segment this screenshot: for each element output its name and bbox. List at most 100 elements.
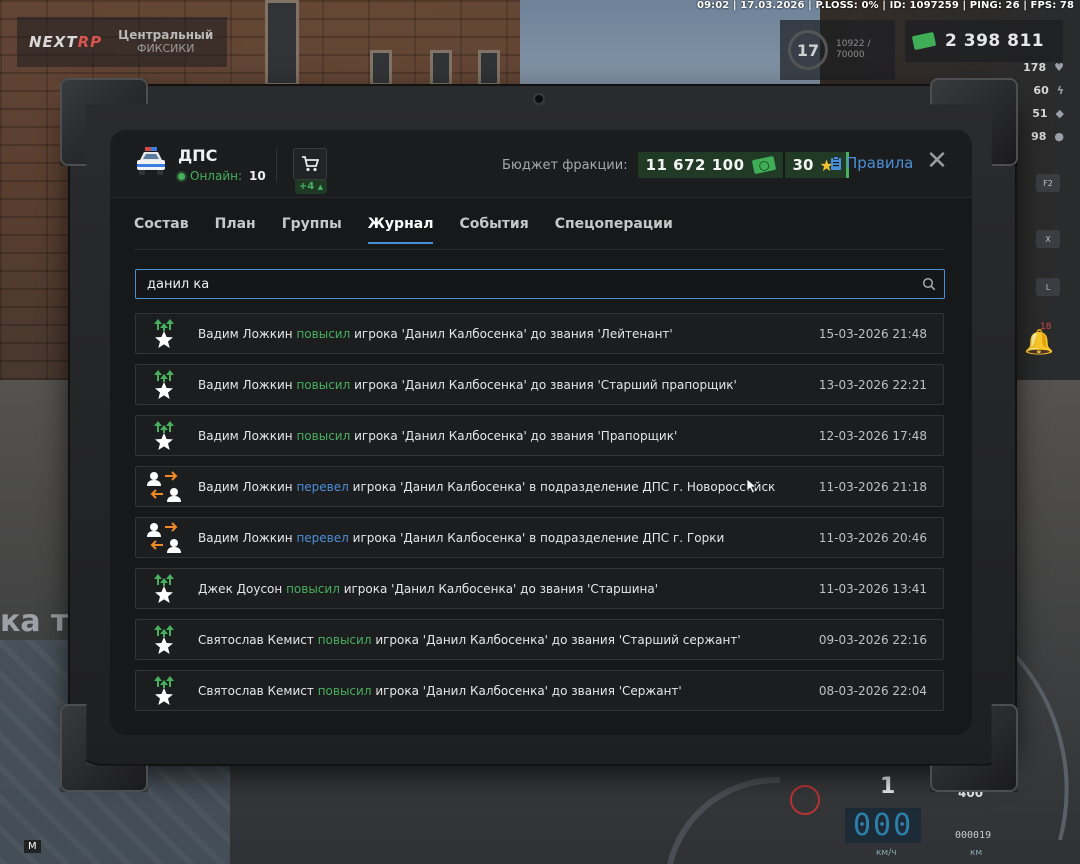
promote-icon — [146, 316, 182, 352]
tab-events[interactable]: События — [459, 216, 528, 242]
server-name: Центральный ФИКСИКИ — [118, 28, 214, 56]
gear-indicator: 1 — [880, 774, 896, 799]
search-icon[interactable] — [922, 277, 936, 291]
background-window — [265, 0, 299, 86]
water-icon: ● — [1054, 130, 1064, 143]
notification-count: 18 — [1040, 322, 1052, 332]
promote-icon — [154, 675, 174, 705]
budget-value: 11 672 100 — [645, 156, 745, 174]
online-count: 10 — [249, 169, 266, 183]
level-ring: 17 — [788, 30, 828, 70]
journal-row: Святослав Кемист повысил игрока 'Данил К… — [135, 670, 944, 711]
journal-list: Вадим Ложкин повысил игрока 'Данил Калбо… — [135, 313, 945, 721]
rules-link[interactable]: Правила — [830, 154, 913, 172]
tab-journal[interactable]: Журнал — [367, 216, 433, 244]
journal-timestamp: 08-03-2026 22:04 — [818, 683, 927, 698]
faction-name: ДПС — [178, 146, 218, 165]
journal-timestamp: 11-03-2026 20:46 — [818, 530, 927, 545]
budget-stars-value: 30 — [792, 156, 814, 174]
promote-icon — [154, 369, 174, 399]
energy-icon: ϟ — [1056, 84, 1064, 97]
journal-details: игрока 'Данил Калбосенка' до звания 'Ста… — [354, 377, 737, 392]
journal-timestamp: 13-03-2026 22:21 — [818, 377, 927, 392]
journal-details: игрока 'Данил Калбосенка' в подразделени… — [352, 530, 725, 545]
header-divider — [276, 148, 277, 182]
status-bar: 09:02 | 17.03.2026 | P.LOSS: 0% | ID: 10… — [697, 0, 1074, 11]
journal-details: игрока 'Данил Калбосенка' до звания 'Ста… — [343, 581, 659, 596]
shop-cart-button[interactable] — [293, 148, 327, 180]
background-world-text: ка т — [0, 604, 69, 639]
brand-logo: NEXTRP — [29, 33, 103, 51]
journal-timestamp: 11-03-2026 13:41 — [818, 581, 927, 596]
transfer-icon — [147, 470, 181, 502]
promote-icon — [154, 318, 174, 348]
journal-details: игрока 'Данил Калбосенка' в подразделени… — [352, 479, 776, 494]
journal-details: игрока 'Данил Калбосенка' до звания 'Лей… — [354, 326, 673, 341]
journal-details: игрока 'Данил Калбосенка' до звания 'Сер… — [375, 683, 682, 698]
notification-bell-icon[interactable]: 🔔 — [1024, 328, 1054, 358]
xp-progress: 10922 /70000 — [836, 39, 871, 60]
journal-action: повысил — [296, 326, 351, 341]
promote-icon — [146, 571, 182, 607]
search-input[interactable] — [136, 270, 906, 298]
transfer-icon — [146, 469, 182, 505]
key-hint-x: X — [1036, 230, 1060, 248]
tablet-camera — [533, 93, 545, 105]
key-hint-f2: F2 — [1036, 174, 1060, 192]
faction-budget: Бюджет фракции: 11 672 100 30 ★ — [502, 152, 849, 178]
journal-action: перевел — [296, 479, 349, 494]
journal-entry-text: Вадим Ложкин перевел игрока 'Данил Калбо… — [198, 531, 724, 545]
online-status: Онлайн: 10 — [178, 169, 266, 183]
journal-timestamp: 09-03-2026 22:16 — [818, 632, 927, 647]
journal-details: игрока 'Данил Калбосенка' до звания 'Ста… — [375, 632, 741, 647]
journal-action: повысил — [317, 683, 372, 698]
journal-timestamp: 15-03-2026 21:48 — [818, 326, 927, 341]
tab-groups[interactable]: Группы — [282, 216, 342, 242]
server-logo: NEXTRP Центральный ФИКСИКИ — [17, 17, 227, 67]
tab-special-operations[interactable]: Спецоперации — [555, 216, 673, 242]
speed-readout: 000 — [845, 808, 922, 843]
journal-row: Святослав Кемист повысил игрока 'Данил К… — [135, 619, 944, 660]
journal-actor: Вадим Ложкин — [198, 377, 293, 392]
journal-actor: Вадим Ложкин — [198, 428, 293, 443]
journal-entry-text: Святослав Кемист повысил игрока 'Данил К… — [198, 684, 682, 698]
budget-label: Бюджет фракции: — [502, 157, 628, 173]
journal-action: повысил — [296, 428, 351, 443]
tab-sostav[interactable]: Состав — [134, 216, 189, 242]
cart-icon — [302, 156, 319, 172]
journal-actor: Святослав Кемист — [198, 683, 314, 698]
money-value: 2 398 811 — [945, 31, 1045, 51]
tab-plan[interactable]: План — [215, 216, 256, 242]
journal-actor: Вадим Ложкин — [198, 530, 293, 545]
faction-header: ДПС Онлайн: 10 +4 ▲ Бюджет фракции: 11 6… — [110, 130, 972, 198]
journal-entry-text: Вадим Ложкин повысил игрока 'Данил Калбо… — [198, 327, 673, 341]
journal-actor: Святослав Кемист — [198, 632, 314, 647]
journal-actor: Вадим Ложкин — [198, 479, 293, 494]
promote-icon — [146, 418, 182, 454]
background-window — [430, 50, 452, 86]
player-level-widget: 17 10922 /70000 — [780, 20, 895, 80]
money-icon — [911, 31, 937, 51]
journal-timestamp: 12-03-2026 17:48 — [818, 428, 927, 443]
promote-icon — [154, 573, 174, 603]
transfer-icon — [146, 520, 182, 556]
close-button[interactable]: ✕ — [924, 148, 950, 174]
journal-entry-text: Джек Доусон повысил игрока 'Данил Калбос… — [198, 582, 658, 596]
journal-entry-text: Вадим Ложкин повысил игрока 'Данил Калбо… — [198, 378, 737, 392]
online-indicator-icon — [178, 172, 185, 180]
speed-unit: км/ч — [876, 848, 897, 858]
promote-icon — [154, 420, 174, 450]
budget-money-chip: 11 672 100 — [637, 152, 783, 178]
promote-icon — [146, 622, 182, 658]
journal-row: Вадим Ложкин перевел игрока 'Данил Калбо… — [135, 517, 944, 558]
cart-badge: +4 ▲ — [295, 180, 327, 194]
journal-timestamp: 11-03-2026 21:18 — [818, 479, 927, 494]
journal-row: Вадим Ложкин повысил игрока 'Данил Калбо… — [135, 415, 944, 456]
journal-row: Вадим Ложкин повысил игрока 'Данил Калбо… — [135, 364, 944, 405]
clipboard-icon — [831, 155, 841, 170]
odometer: 000019 — [955, 830, 992, 841]
journal-actor: Вадим Ложкин — [198, 326, 293, 341]
journal-entry-text: Вадим Ложкин перевел игрока 'Данил Калбо… — [198, 480, 775, 494]
journal-row: Джек Доусон повысил игрока 'Данил Калбос… — [135, 568, 944, 609]
player-stats: 178 ♥ 60 ϟ 51 ◆ 98 ● — [1023, 56, 1064, 148]
